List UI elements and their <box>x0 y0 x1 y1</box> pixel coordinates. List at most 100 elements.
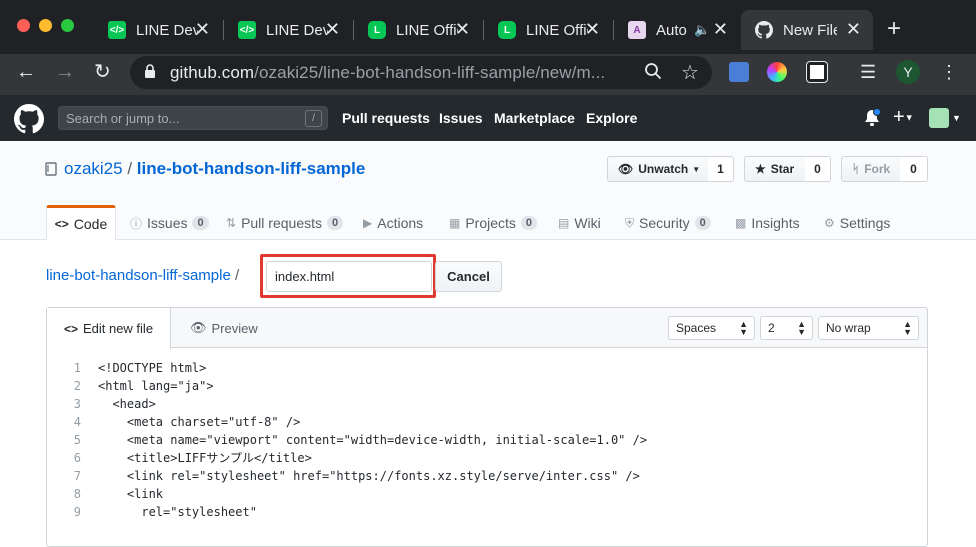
tab-wiki[interactable]: ▤ Wiki <box>558 206 601 240</box>
close-tab-icon[interactable]: ✕ <box>455 20 470 38</box>
tab-insights[interactable]: ▩ Insights <box>735 206 800 240</box>
close-tab-icon[interactable]: ✕ <box>713 20 728 38</box>
pull-request-icon: ⇅ <box>226 216 237 230</box>
create-new-plus-icon[interactable]: +▼ <box>893 106 914 129</box>
line-code[interactable]: <meta charset="utf-8" /> <box>98 413 300 431</box>
back-arrow-icon[interactable]: ← <box>16 62 36 82</box>
bookmark-star-icon[interactable]: ☆ <box>681 60 699 85</box>
tab-code[interactable]: <> Code <box>46 205 116 240</box>
tab-insights-label: Insights <box>751 215 800 231</box>
close-tab-icon[interactable]: ✕ <box>325 20 340 38</box>
tab-preview[interactable]: 👁 Preview <box>190 308 258 348</box>
line-number: 8 <box>73 487 81 501</box>
watch-count[interactable]: 1 <box>708 156 734 182</box>
code-line: 3 <head> <box>47 395 927 413</box>
tab-title: LINE Official Account <box>396 21 458 39</box>
line-number: 1 <box>73 361 81 375</box>
tab-preview-label: Preview <box>211 320 258 336</box>
notifications-bell-icon[interactable] <box>864 108 881 132</box>
browser-tab[interactable]: L LINE Official Account ✕ <box>354 10 482 50</box>
tab-settings[interactable]: ⚙ Settings <box>824 206 890 240</box>
line-code[interactable]: rel="stylesheet" <box>98 503 257 521</box>
line-code[interactable]: <head> <box>98 395 155 413</box>
translate-extension-icon[interactable] <box>729 62 749 82</box>
new-tab-button[interactable]: + <box>887 17 901 41</box>
cancel-button[interactable]: Cancel <box>435 261 502 292</box>
user-menu-caret-icon[interactable]: ▼ <box>952 113 961 123</box>
address-bar[interactable]: github.com/ozaki25/line-bot-handson-liff… <box>130 56 712 89</box>
browser-tab[interactable]: L LINE Official Account ✕ <box>484 10 612 50</box>
media-control-icon[interactable]: ☰ <box>860 62 876 82</box>
reload-icon[interactable]: ↻ <box>94 62 111 82</box>
color-picker-extension-icon[interactable] <box>767 62 787 82</box>
wrap-mode-select[interactable]: No wrap ▲ ▼ <box>818 316 919 340</box>
breadcrumb-repo-link[interactable]: line-bot-handson-liff-sample <box>46 267 231 284</box>
star-count[interactable]: 0 <box>805 156 831 182</box>
forward-arrow-icon[interactable]: → <box>55 62 75 82</box>
chevron-down-icon: ▼ <box>692 164 701 174</box>
fork-button[interactable]: ᛋ Fork <box>841 156 901 182</box>
repo-name-link[interactable]: line-bot-handson-liff-sample <box>137 159 366 178</box>
github-search-input[interactable]: Search or jump to... / <box>58 106 328 130</box>
line-code[interactable]: <meta name="viewport" content="width=dev… <box>98 431 647 449</box>
line-developers-icon: </> <box>108 21 126 39</box>
breadcrumb: line-bot-handson-liff-sample / <box>46 267 239 284</box>
tab-edit-new-file[interactable]: <> Edit new file <box>47 308 171 349</box>
nav-marketplace[interactable]: Marketplace <box>494 110 575 126</box>
repo-title: ozaki25 / line-bot-handson-liff-sample <box>64 159 365 179</box>
code-icon: <> <box>54 217 69 231</box>
tab-actions[interactable]: ▶ Actions <box>363 206 423 240</box>
issue-icon: ⓘ <box>130 216 143 231</box>
close-tab-icon[interactable]: ✕ <box>195 20 210 38</box>
line-code[interactable]: <link rel="stylesheet" href="https://fon… <box>98 467 640 485</box>
qr-code-extension-icon[interactable] <box>806 61 828 83</box>
unwatch-label: Unwatch <box>638 162 689 176</box>
line-code[interactable]: <link <box>98 485 163 503</box>
url-text: github.com/ozaki25/line-bot-handson-liff… <box>170 63 605 83</box>
select-arrows-icon: ▲ ▼ <box>903 319 912 337</box>
star-icon: ★ <box>755 162 766 176</box>
unwatch-button[interactable]: 👁 Unwatch ▼ <box>607 156 709 182</box>
fork-count[interactable]: 0 <box>900 156 928 182</box>
line-code[interactable]: <html lang="ja"> <box>98 377 214 395</box>
tab-security[interactable]: ⛨ Security 0 <box>625 206 711 240</box>
line-code[interactable]: <title>LIFFサンプル</title> <box>98 449 312 467</box>
browser-tab[interactable]: </> LINE Developers ✕ <box>224 10 352 50</box>
browser-tab[interactable]: </> LINE Developers ✕ <box>94 10 222 50</box>
select-arrows-icon: ▲ ▼ <box>739 319 748 337</box>
zoom-search-icon[interactable] <box>644 62 662 85</box>
line-developers-icon: </> <box>238 21 256 39</box>
filename-input[interactable]: index.html <box>266 261 432 292</box>
close-tab-icon[interactable]: ✕ <box>585 20 600 38</box>
browser-tab[interactable]: A Auto 🔈 ✕ <box>614 10 740 50</box>
code-area[interactable]: 1 <!DOCTYPE html> 2 <html lang="ja"> 3 <he… <box>47 359 927 521</box>
browser-menu-icon[interactable]: ⋮ <box>940 62 958 82</box>
indent-mode-select[interactable]: Spaces ▲ ▼ <box>668 316 755 340</box>
browser-tab-active[interactable]: New File ✕ <box>741 10 873 50</box>
github-logo-icon[interactable] <box>14 104 44 139</box>
line-number: 3 <box>73 397 81 411</box>
code-line: 8 <link <box>47 485 927 503</box>
repo-owner-link[interactable]: ozaki25 <box>64 159 123 178</box>
indent-size-select[interactable]: 2 ▲ ▼ <box>760 316 813 340</box>
nav-pull-requests[interactable]: Pull requests <box>342 110 430 126</box>
line-code[interactable]: <!DOCTYPE html> <box>98 359 206 377</box>
close-tab-icon[interactable]: ✕ <box>846 20 861 38</box>
star-button[interactable]: ★ Star <box>744 156 806 182</box>
tab-projects[interactable]: ▦ Projects 0 <box>449 206 538 240</box>
nav-explore[interactable]: Explore <box>586 110 637 126</box>
lock-icon <box>144 64 156 84</box>
tab-projects-label: Projects <box>465 215 516 231</box>
eye-icon: 👁 <box>618 162 634 176</box>
minimize-window-button[interactable] <box>39 19 52 32</box>
tab-title: LINE Official Account <box>526 21 588 39</box>
code-line: 1 <!DOCTYPE html> <box>47 359 927 377</box>
tab-issues[interactable]: ⓘ Issues 0 <box>130 206 209 240</box>
user-avatar[interactable] <box>929 108 949 128</box>
tab-pull-requests[interactable]: ⇅ Pull requests 0 <box>226 206 344 240</box>
nav-issues[interactable]: Issues <box>439 110 483 126</box>
close-window-button[interactable] <box>17 19 30 32</box>
profile-avatar[interactable]: Y <box>896 60 920 84</box>
maximize-window-button[interactable] <box>61 19 74 32</box>
fork-icon: ᛋ <box>852 162 860 176</box>
